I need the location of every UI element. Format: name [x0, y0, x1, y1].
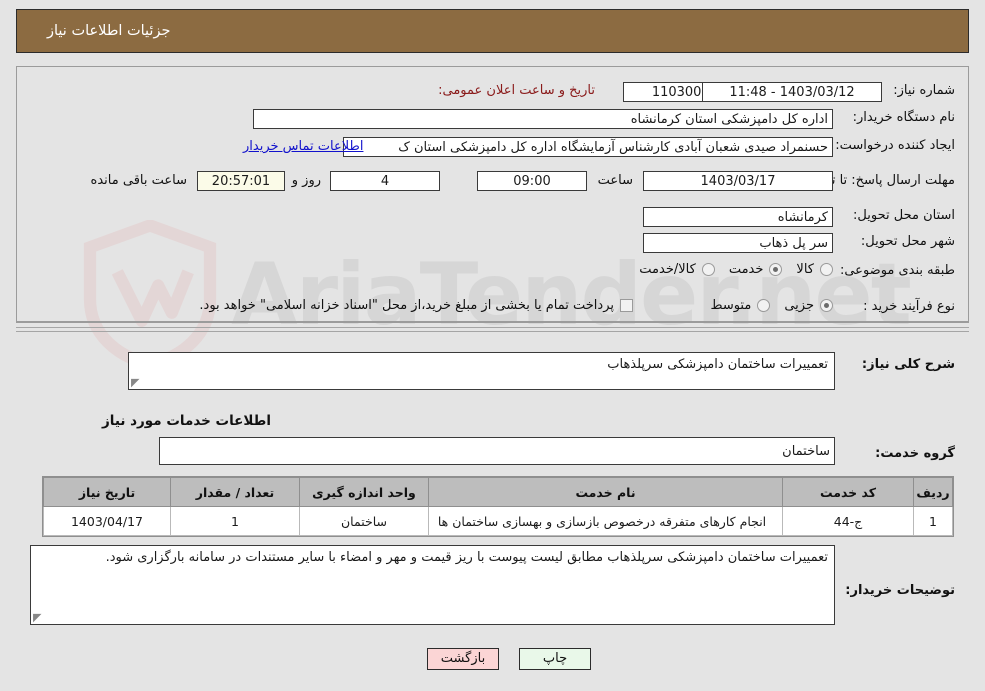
col-unit: واحد اندازه گیری [299, 477, 429, 507]
cell-unit: ساختمان [299, 506, 429, 536]
need-desc-value: تعمییرات ساختمان دامپزشکی سرپلذهاب [607, 357, 828, 372]
need-summary-panel [16, 66, 969, 323]
buyer-notes-textarea[interactable]: تعمییرات ساختمان دامپزشکی سرپلذهاب مطابق… [30, 545, 835, 625]
buyer-notes-label: توضیحات خریدار: [845, 583, 955, 598]
services-section-heading: اطلاعات خدمات مورد نیاز [101, 413, 271, 429]
section-divider-top [16, 327, 969, 328]
page-title: جزئیات اطلاعات نیاز [47, 23, 171, 39]
cell-date: 1403/04/17 [43, 506, 171, 536]
cell-qty: 1 [170, 506, 300, 536]
col-radif: ردیف [913, 477, 953, 507]
col-date: تاریخ نیاز [43, 477, 171, 507]
cell-name: انجام کارهای متفرقه درخصوص بازسازی و بهس… [428, 506, 783, 536]
cell-code: ج-44 [782, 506, 914, 536]
service-group-value: ساختمان [159, 437, 835, 465]
resize-grip-icon-2[interactable]: ◥ [33, 611, 43, 624]
page-header-bar: جزئیات اطلاعات نیاز [16, 9, 969, 53]
col-code: کد خدمت [782, 477, 914, 507]
need-desc-textarea[interactable]: تعمییرات ساختمان دامپزشکی سرپلذهاب ◥ [128, 352, 835, 390]
buyer-notes-value: تعمییرات ساختمان دامپزشکی سرپلذهاب مطابق… [105, 550, 828, 565]
table-header-row: ردیف کد خدمت نام خدمت واحد اندازه گیری ت… [43, 477, 953, 507]
service-group-label: گروه خدمت: [875, 446, 955, 461]
back-button[interactable]: بازگشت [427, 648, 499, 670]
col-name: نام خدمت [428, 477, 783, 507]
table-row[interactable]: 1 ج-44 انجام کارهای متفرقه درخصوص بازساز… [43, 506, 953, 536]
col-qty: تعداد / مقدار [170, 477, 300, 507]
need-desc-label: شرح کلی نیاز: [861, 357, 955, 372]
print-button[interactable]: چاپ [519, 648, 591, 670]
services-table: ردیف کد خدمت نام خدمت واحد اندازه گیری ت… [42, 476, 954, 537]
cell-radif: 1 [913, 506, 953, 536]
section-divider-bottom [16, 331, 969, 332]
resize-grip-icon[interactable]: ◥ [131, 376, 141, 389]
